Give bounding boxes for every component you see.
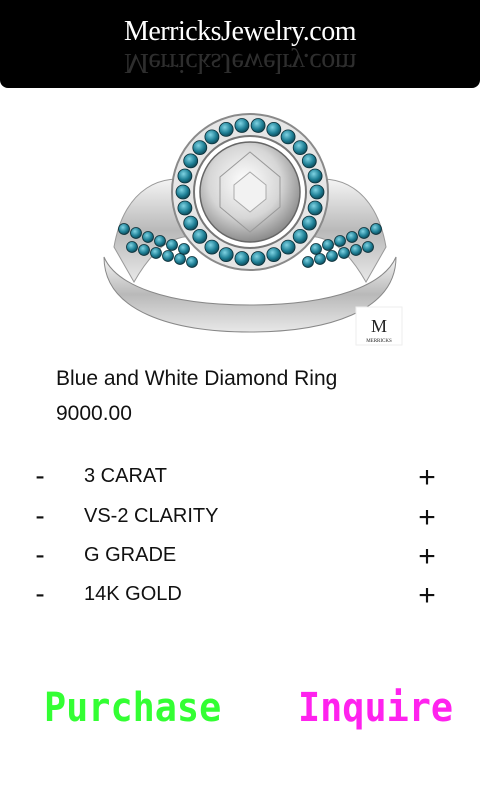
product-image: M MERRICKS [94,107,406,349]
blue-diamond-stone [162,250,174,262]
svg-text:MERRICKS: MERRICKS [366,339,392,344]
blue-diamond-stone [266,247,282,263]
blue-diamond-stone [118,223,130,235]
brand-logo[interactable]: MerricksJewelry.com [0,16,480,48]
blue-diamond-stone [310,243,322,255]
decrease-grade-button[interactable]: - [30,539,50,575]
blue-diamond-stone [204,239,220,255]
blue-diamond-stone [314,253,326,265]
blue-diamond-stone [218,247,234,263]
brand-logo-reflection: MerricksJewelry.com [123,47,357,78]
blue-diamond-stone [218,121,234,137]
blue-diamond-stone [192,228,208,244]
blue-diamond-stone [126,241,138,253]
blue-diamond-stone [250,251,266,266]
blue-diamond-stone [302,256,314,268]
blue-diamond-stone [309,184,325,200]
increase-grade-button[interactable]: + [412,539,442,575]
ring-image: M MERRICKS [94,107,406,349]
blue-diamond-stone [334,235,346,247]
blue-diamond-stone [166,239,178,251]
blue-diamond-stone [234,118,250,133]
blue-diamond-stone [183,153,199,169]
decrease-clarity-button[interactable]: - [30,500,50,536]
option-label-carat: 3 CARAT [84,465,167,487]
blue-diamond-stone [174,253,186,265]
option-label-grade: G GRADE [84,544,177,566]
blue-diamond-stone [186,256,198,268]
product-price: 9000.00 [56,402,132,425]
product-page: MerricksJewelry.com MerricksJewelry.com [0,0,480,800]
blue-diamond-stone [177,168,193,184]
blue-diamond-stone [370,223,382,235]
blue-diamond-stone [192,140,208,155]
blue-diamond-stone [183,215,199,231]
blue-diamond-stone [204,129,220,145]
blue-diamond-stone [138,244,150,256]
option-label-clarity: VS-2 CLARITY [84,505,219,527]
option-row-metal: - 14K GOLD + [0,578,480,614]
blue-diamond-stone [178,243,190,255]
blue-diamond-stone [338,247,350,259]
blue-diamond-stone [362,241,374,253]
option-row-grade: - G GRADE + [0,539,480,575]
blue-diamond-stone [307,168,323,184]
blue-diamond-stone [142,231,154,243]
blue-diamond-stone [177,200,193,216]
option-row-carat: - 3 CARAT + [0,460,480,496]
blue-diamond-stone [280,239,296,255]
blue-diamond-stone [292,228,308,244]
increase-metal-button[interactable]: + [412,578,442,614]
blue-diamond-stone [326,250,338,262]
decrease-carat-button[interactable]: - [30,460,50,496]
option-label-metal: 14K GOLD [84,583,182,605]
blue-diamond-stone [358,227,370,239]
blue-diamond-stone [350,244,362,256]
increase-clarity-button[interactable]: + [412,500,442,536]
blue-diamond-stone [234,251,250,266]
blue-diamond-stone [175,184,191,200]
purchase-button[interactable]: Purchase [44,680,221,736]
blue-diamond-stone [266,121,282,137]
inquire-button[interactable]: Inquire [298,680,453,736]
blue-diamond-stone [307,200,323,216]
app-header: MerricksJewelry.com MerricksJewelry.com [0,0,480,88]
blue-diamond-stone [130,227,142,239]
blue-diamond-stone [322,239,334,251]
blue-diamond-stone [346,231,358,243]
increase-carat-button[interactable]: + [412,460,442,496]
blue-diamond-stone [154,235,166,247]
svg-text:M: M [371,316,387,336]
decrease-metal-button[interactable]: - [30,578,50,614]
blue-diamond-stone [301,153,317,169]
blue-diamond-stone [150,247,162,259]
blue-diamond-stone [301,215,317,231]
option-row-clarity: - VS-2 CLARITY + [0,500,480,536]
blue-diamond-stone [250,118,266,133]
blue-diamond-stone [292,140,308,155]
product-name: Blue and White Diamond Ring [56,367,338,390]
blue-diamond-stone [280,129,296,145]
merricks-watermark: M MERRICKS [355,306,403,346]
